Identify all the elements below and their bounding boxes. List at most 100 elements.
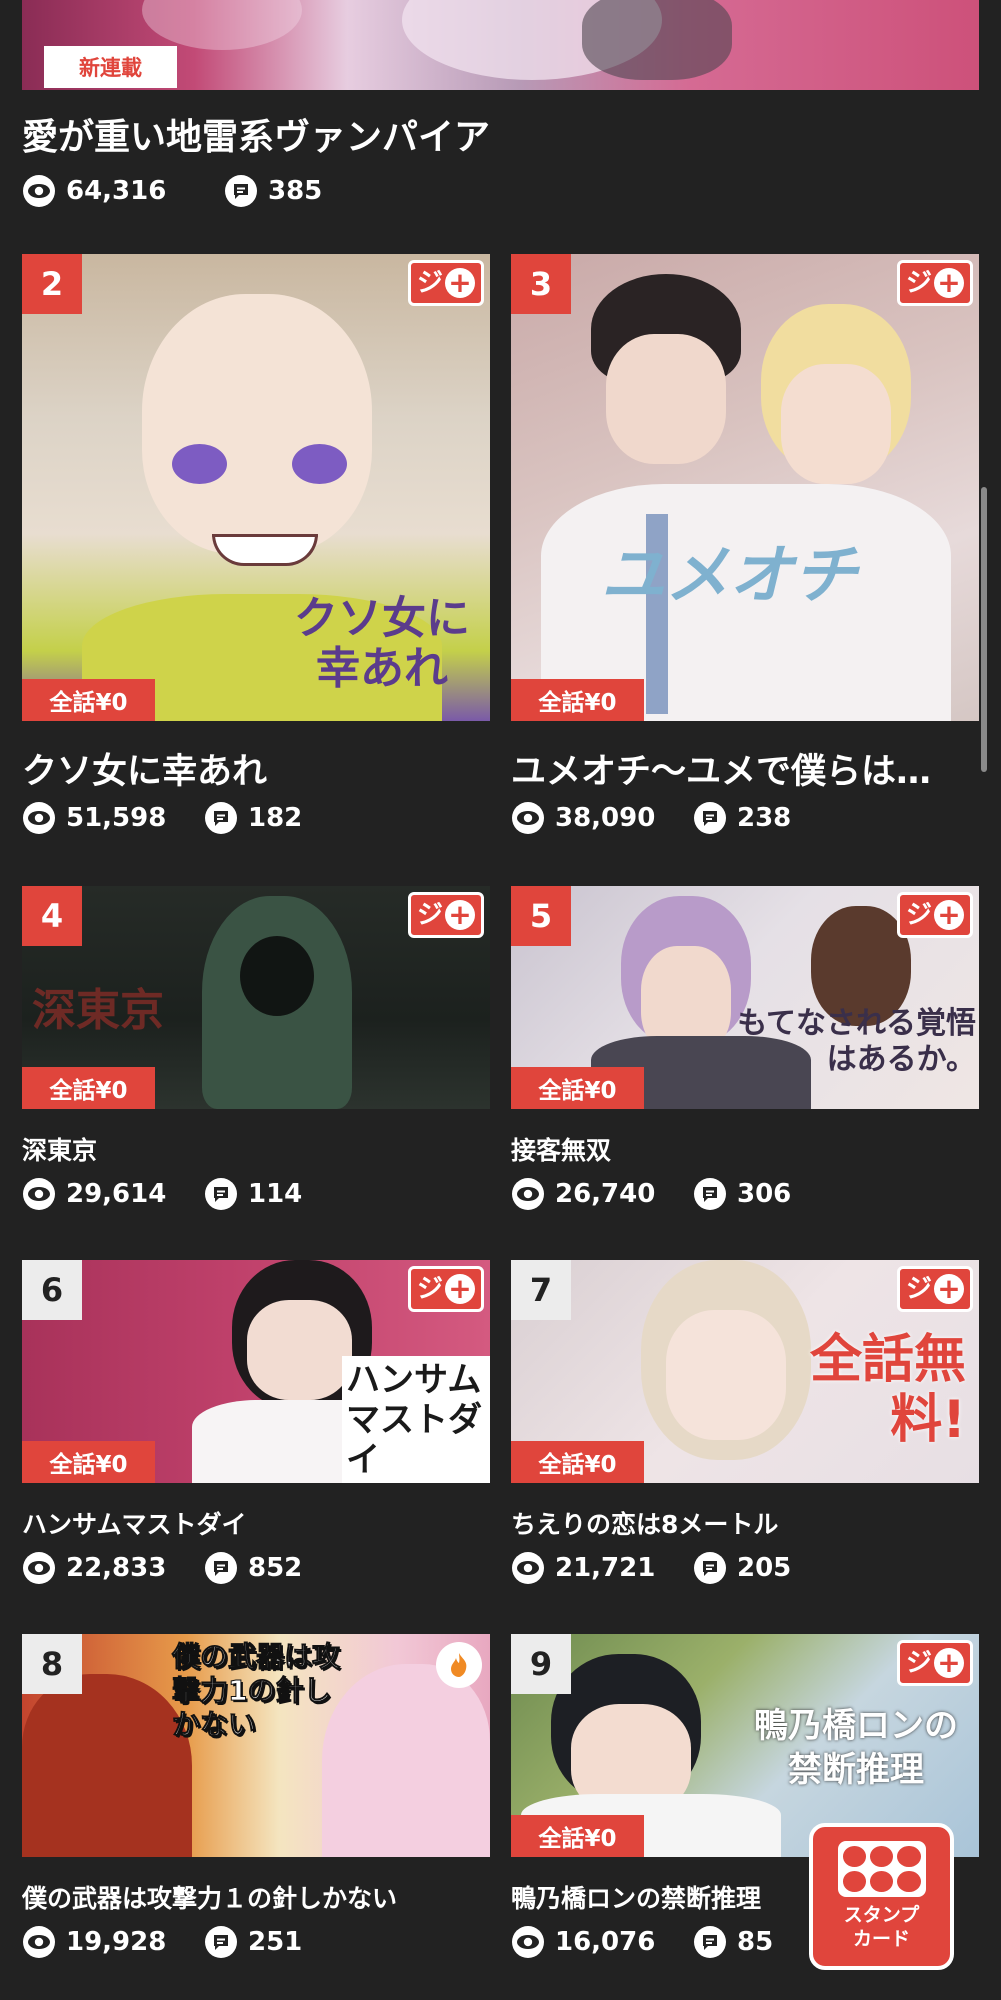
rank-badge: 6 <box>22 1260 82 1320</box>
comic-stats: 22,833 852 <box>22 1551 490 1585</box>
comic-cover[interactable]: 深東京 4 ジ + 全話¥0 <box>22 886 490 1109</box>
comment-icon <box>205 802 237 834</box>
comic-stats: 19,928 251 <box>22 1925 490 1959</box>
comments-stat: 114 <box>204 1177 302 1211</box>
views-count: 29,614 <box>66 1179 167 1209</box>
views-stat: 22,833 <box>22 1551 204 1585</box>
ranking-card[interactable]: ハンサムマストダイ 6 ジ + 全話¥0 ハンサムマストダイ 22,833 852 <box>22 1260 490 1585</box>
comic-stats: 51,598 182 <box>22 801 490 835</box>
views-count: 26,740 <box>555 1179 656 1209</box>
stamp-sheet-icon <box>837 1841 926 1897</box>
views-stat: 16,076 <box>511 1925 693 1959</box>
comments-count: 114 <box>248 1179 303 1209</box>
comic-title[interactable]: ユメオチ〜ユメで僕らは… <box>511 743 979 789</box>
ranking-card[interactable]: もてなされる覚悟はあるか。 5 ジ + 全話¥0 接客無双 26,740 306 <box>511 886 979 1211</box>
featured-cover[interactable]: 新連載 <box>22 0 979 90</box>
views-stat: 29,614 <box>22 1177 204 1211</box>
comic-cover[interactable]: ユメオチ 3 ジ + 全話¥0 <box>511 254 979 721</box>
eye-icon <box>512 802 544 834</box>
ranking-card[interactable]: クソ女に幸あれ 2 ジ + 全話¥0 クソ女に幸あれ 51,598 182 <box>22 254 490 835</box>
ranking-card[interactable]: ユメオチ 3 ジ + 全話¥0 ユメオチ〜ユメで僕らは… 38,090 238 <box>511 254 979 835</box>
stamp-card-label: スタンプ カード <box>843 1904 920 1950</box>
free-badge: 全話¥0 <box>22 679 155 721</box>
views-stat: 64,316 <box>22 174 224 208</box>
comments-stat: 306 <box>693 1177 791 1211</box>
eye-icon <box>23 1552 55 1584</box>
jump-plus-logo: ジ + <box>897 260 973 306</box>
rank-badge: 5 <box>511 886 571 946</box>
ranking-card[interactable]: 僕の武器は攻撃力1の針しかない 8 僕の武器は攻撃力１の針しかない 19,928… <box>22 1634 490 1959</box>
views-count: 38,090 <box>555 803 656 833</box>
eye-icon <box>23 802 55 834</box>
free-badge: 全話¥0 <box>511 1815 644 1857</box>
rank-badge: 4 <box>22 886 82 946</box>
comments-stat: 205 <box>693 1551 791 1585</box>
ranking-card[interactable]: 深東京 4 ジ + 全話¥0 深東京 29,614 114 <box>22 886 490 1211</box>
rank-badge: 3 <box>511 254 571 314</box>
comic-title[interactable]: 接客無双 <box>511 1131 979 1165</box>
comic-title[interactable]: ハンサムマストダイ <box>22 1505 490 1539</box>
views-stat: 51,598 <box>22 801 204 835</box>
views-stat: 19,928 <box>22 1925 204 1959</box>
comments-stat: 238 <box>693 801 791 835</box>
comic-cover[interactable]: クソ女に幸あれ 2 ジ + 全話¥0 <box>22 254 490 721</box>
comments-count: 85 <box>737 1927 774 1957</box>
comments-stat: 385 <box>224 174 322 208</box>
comment-icon <box>694 1926 726 1958</box>
views-count: 51,598 <box>66 803 167 833</box>
comments-count: 205 <box>737 1553 792 1583</box>
views-count: 19,928 <box>66 1927 167 1957</box>
jump-plus-logo: ジ + <box>408 1266 484 1312</box>
stamp-card-button[interactable]: スタンプ カード <box>809 1823 954 1970</box>
comments-stat: 852 <box>204 1551 302 1585</box>
rank-badge: 7 <box>511 1260 571 1320</box>
free-badge: 全話¥0 <box>22 1441 155 1483</box>
comic-stats: 38,090 238 <box>511 801 979 835</box>
rank-badge: 9 <box>511 1634 571 1694</box>
comic-title[interactable]: 深東京 <box>22 1131 490 1165</box>
scrollbar-thumb[interactable] <box>981 487 987 772</box>
comment-icon <box>694 1552 726 1584</box>
featured-stats: 64,316 385 <box>22 174 322 208</box>
comments-count: 182 <box>248 803 303 833</box>
cover-logo-text: 深東京 <box>32 985 164 1036</box>
ranking-card[interactable]: 全話無料! 7 ジ + 全話¥0 ちえりの恋は8メートル 21,721 205 <box>511 1260 979 1585</box>
free-badge: 全話¥0 <box>511 1441 644 1483</box>
cover-logo-text: もてなされる覚悟はあるか。 <box>737 1006 976 1077</box>
comic-title[interactable]: 僕の武器は攻撃力１の針しかない <box>22 1879 490 1913</box>
comic-stats: 26,740 306 <box>511 1177 979 1211</box>
comment-icon <box>694 802 726 834</box>
cover-logo-text: クソ女に幸あれ <box>294 593 470 694</box>
comic-cover[interactable]: もてなされる覚悟はあるか。 5 ジ + 全話¥0 <box>511 886 979 1109</box>
comments-count: 385 <box>268 176 323 206</box>
comic-cover[interactable]: 僕の武器は攻撃力1の針しかない 8 <box>22 1634 490 1857</box>
fire-icon <box>436 1642 482 1688</box>
rank-badge: 2 <box>22 254 82 314</box>
comic-cover[interactable]: 全話無料! 7 ジ + 全話¥0 <box>511 1260 979 1483</box>
cover-logo-text: 全話無料! <box>809 1330 966 1450</box>
eye-icon <box>23 1178 55 1210</box>
featured-title[interactable]: 愛が重い地雷系ヴァンパイア <box>22 108 490 160</box>
rank-badge: 8 <box>22 1634 82 1694</box>
comic-cover[interactable]: ハンサムマストダイ 6 ジ + 全話¥0 <box>22 1260 490 1483</box>
jump-plus-logo: ジ + <box>408 892 484 938</box>
eye-icon <box>512 1552 544 1584</box>
cover-logo-text: 鴨乃橋ロンの禁断推理 <box>754 1706 958 1790</box>
eye-icon <box>23 175 55 207</box>
comments-count: 251 <box>248 1927 303 1957</box>
comment-icon <box>205 1926 237 1958</box>
cover-logo-text: ハンサムマストダイ <box>342 1356 490 1483</box>
cover-logo-text: ユメオチ <box>601 539 857 613</box>
eye-icon <box>512 1178 544 1210</box>
comic-title[interactable]: クソ女に幸あれ <box>22 743 490 789</box>
comments-stat: 182 <box>204 801 302 835</box>
jump-plus-logo: ジ + <box>408 260 484 306</box>
jump-plus-logo: ジ + <box>897 892 973 938</box>
free-badge: 全話¥0 <box>511 1067 644 1109</box>
views-stat: 26,740 <box>511 1177 693 1211</box>
comic-title[interactable]: ちえりの恋は8メートル <box>511 1505 979 1539</box>
cover-logo-text: 僕の武器は攻撃力1の針しかない <box>172 1640 341 1742</box>
comment-icon <box>205 1178 237 1210</box>
views-count: 16,076 <box>555 1927 656 1957</box>
comments-stat: 251 <box>204 1925 302 1959</box>
